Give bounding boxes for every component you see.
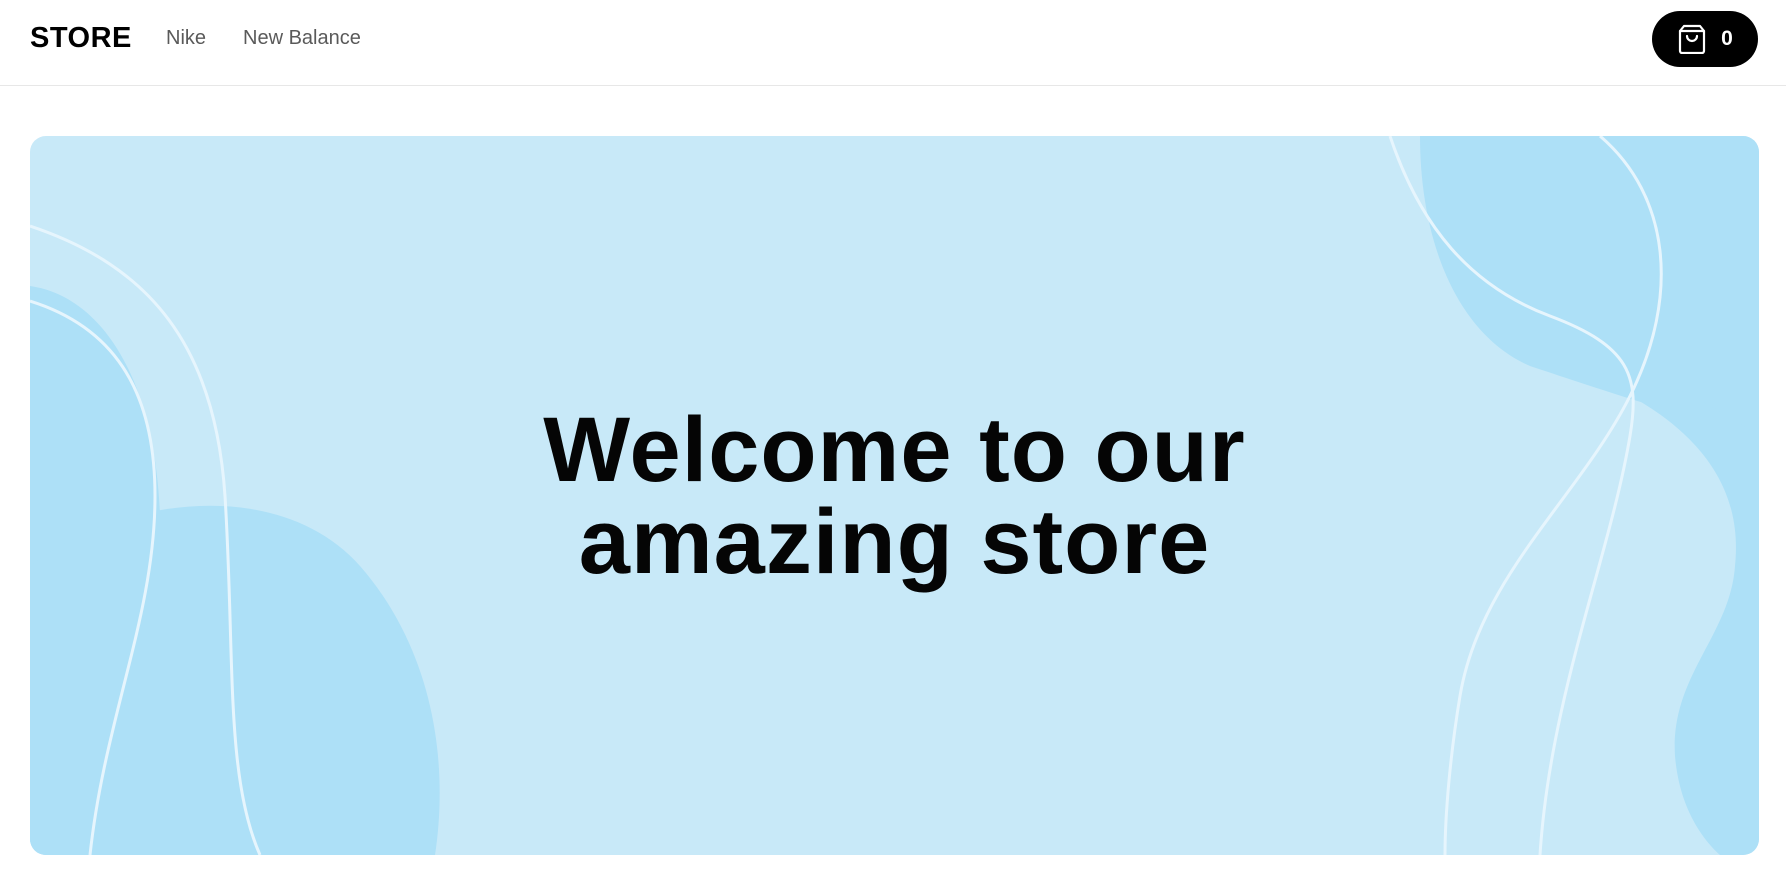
hero-title: Welcome to our amazing store xyxy=(30,404,1759,588)
top-navbar: STORE Nike New Balance 0 xyxy=(0,0,1786,86)
store-logo-link[interactable]: STORE xyxy=(30,22,132,55)
cart-button[interactable]: 0 xyxy=(1652,11,1758,67)
category-nav: Nike New Balance xyxy=(166,27,361,50)
cart-count: 0 xyxy=(1721,27,1733,50)
nav-link-nike[interactable]: Nike xyxy=(166,27,206,50)
hero-banner: Welcome to our amazing store xyxy=(30,136,1759,855)
hero-title-line-1: Welcome to our xyxy=(543,399,1246,501)
nav-link-new-balance[interactable]: New Balance xyxy=(243,27,361,50)
shopping-bag-icon xyxy=(1677,24,1707,54)
hero-title-line-2: amazing store xyxy=(578,491,1211,593)
